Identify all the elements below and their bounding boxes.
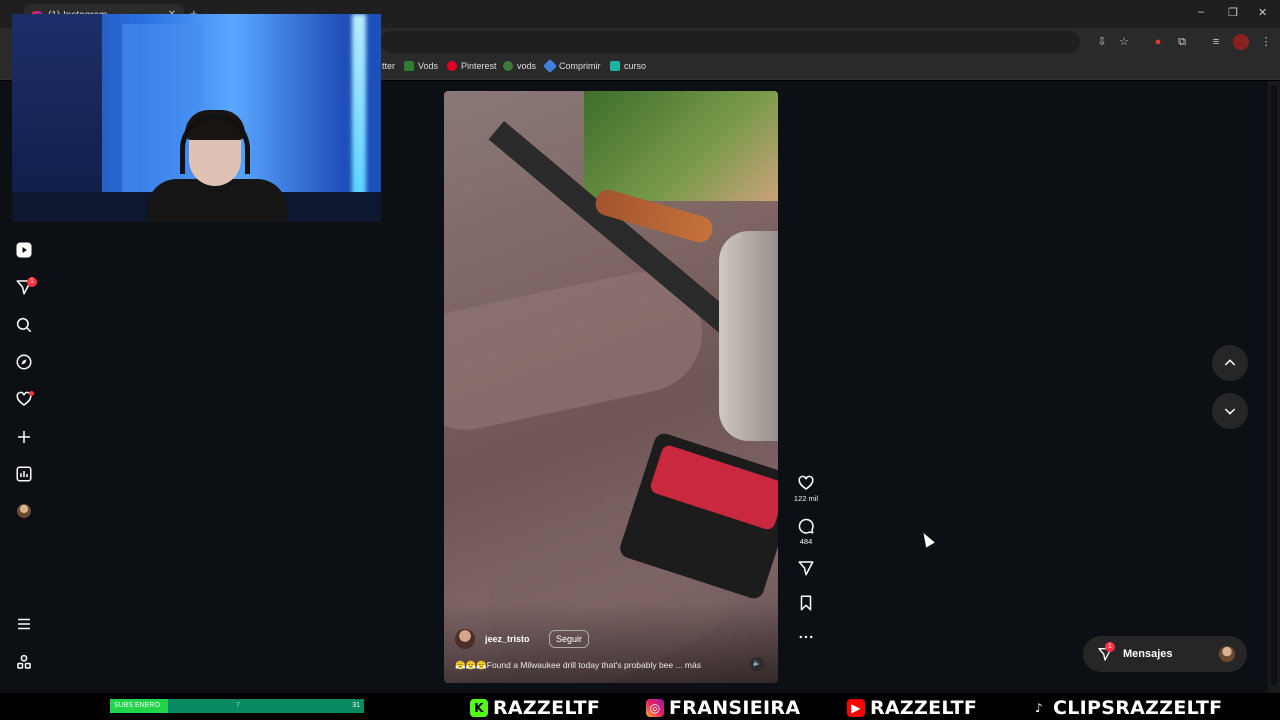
social-handle: CLIPSRAZZELTF — [1053, 697, 1223, 719]
video-drill-body — [719, 231, 778, 441]
social-kick: K RAZZELTF — [470, 697, 600, 719]
scrollbar-thumb[interactable] — [1271, 85, 1277, 685]
bookmark-label: tter — [382, 61, 396, 71]
comment-icon — [798, 518, 814, 534]
messages-button[interactable]: 1 Mensajes — [1083, 636, 1247, 672]
webcam-overlay — [12, 14, 381, 222]
threads-icon[interactable] — [14, 652, 34, 672]
video-background-tree — [584, 91, 778, 201]
bookmark-label: vods — [517, 61, 537, 71]
reels-icon[interactable] — [14, 240, 34, 260]
bookmark-item[interactable]: tter — [382, 61, 395, 71]
comment-count: 484 — [799, 537, 813, 546]
social-handle: FRANSIEIRA — [669, 697, 801, 719]
more-icon — [799, 635, 813, 639]
social-tiktok: ♪ CLIPSRAZZELTF — [1030, 697, 1222, 719]
bookmark-item[interactable]: vods — [503, 61, 536, 71]
menu-icon[interactable] — [14, 614, 34, 634]
youtube-icon: ▶ — [847, 699, 865, 717]
reel-caption[interactable]: 😤😤😤Found a Milwaukee drill today that's … — [455, 660, 725, 671]
battery-label — [648, 443, 778, 532]
bookmark-item[interactable]: Comprimir — [542, 58, 601, 74]
subs-goal-bar: SUBS ENERO 7 31 — [110, 699, 364, 713]
author-avatar[interactable] — [455, 629, 475, 649]
social-instagram: ◎ FRANSIEIRA — [646, 697, 800, 719]
bookmark-item[interactable]: Pinterest — [447, 61, 497, 71]
profile-icon[interactable] — [1233, 34, 1249, 50]
author-username[interactable]: jeez_tristo — [485, 634, 539, 644]
tiktok-icon: ♪ — [1035, 701, 1043, 715]
bookmark-icon — [800, 595, 812, 611]
vods-icon — [404, 61, 414, 71]
messages-badge: 1 — [1105, 642, 1115, 652]
activity-dot — [29, 391, 34, 396]
create-icon[interactable] — [14, 427, 34, 447]
course-icon — [610, 61, 620, 71]
kick-icon: K — [470, 699, 488, 717]
share-icon — [798, 561, 814, 576]
vods-icon — [503, 61, 513, 71]
next-reel-button[interactable] — [1212, 393, 1248, 429]
address-bar[interactable] — [380, 31, 1080, 53]
bookmark-label: Comprimir — [559, 61, 601, 71]
social-handle: RAZZELTF — [493, 697, 601, 719]
chrome-menu-icon[interactable]: ⋮ — [1258, 34, 1274, 50]
stream-overlay-bar: SUBS ENERO 7 31 K RAZZELTF ◎ FRANSIEIRA … — [0, 694, 1280, 720]
save-action[interactable] — [795, 594, 817, 612]
bookmark-label: Vods — [418, 61, 439, 71]
subs-current: 7 — [236, 702, 240, 709]
search-icon[interactable] — [14, 315, 34, 335]
diamond-icon — [542, 58, 558, 74]
webcam-wall — [12, 14, 102, 222]
previous-reel-button[interactable] — [1212, 345, 1248, 381]
dashboard-icon[interactable] — [14, 464, 34, 484]
mute-icon[interactable]: 🔈 — [750, 657, 764, 671]
minimize-button[interactable]: – — [1198, 6, 1204, 18]
chevron-up-icon — [1224, 359, 1236, 366]
bookmark-item[interactable]: curso — [610, 61, 646, 71]
bookmark-label: Pinterest — [461, 61, 497, 71]
subs-label: SUBS ENERO — [114, 702, 160, 709]
webcam-led-light — [352, 14, 366, 222]
message-avatar — [1219, 646, 1235, 662]
comment-action[interactable]: 484 — [795, 517, 817, 546]
messages-label: Mensajes — [1123, 648, 1173, 660]
bookmark-label: curso — [624, 61, 647, 71]
follow-button[interactable]: Seguir — [549, 630, 590, 648]
instagram-icon: ◎ — [646, 699, 664, 717]
heart-icon — [798, 475, 814, 490]
reel-video[interactable] — [444, 91, 778, 683]
chevron-down-icon — [1224, 408, 1236, 415]
like-action[interactable]: 122 mil — [793, 474, 819, 503]
profile-avatar[interactable] — [17, 504, 31, 518]
like-count: 122 mil — [793, 494, 819, 503]
subs-goal: 31 — [352, 702, 360, 709]
notification-badge: 1 — [27, 277, 37, 287]
bookmark-item[interactable]: Vods — [404, 61, 438, 71]
social-handle: RAZZELTF — [870, 697, 978, 719]
bookmark-star-icon[interactable]: ☆ — [1116, 34, 1132, 50]
close-window-button[interactable]: ✕ — [1258, 6, 1267, 19]
explore-icon[interactable] — [14, 352, 34, 372]
more-options-action[interactable] — [795, 628, 817, 646]
social-youtube: ▶ RAZZELTF — [847, 697, 977, 719]
install-icon[interactable]: ⇩ — [1094, 34, 1110, 50]
media-icon[interactable]: ≡ — [1208, 34, 1224, 50]
pinterest-icon — [447, 61, 457, 71]
share-action[interactable] — [795, 559, 817, 577]
extension-record-icon[interactable]: ● — [1150, 34, 1166, 50]
reel-author: jeez_tristo Seguir — [455, 629, 590, 649]
restore-button[interactable]: ❐ — [1228, 6, 1238, 19]
extensions-icon[interactable]: ⧉ — [1174, 34, 1190, 50]
page-scrollbar[interactable] — [1268, 81, 1280, 693]
